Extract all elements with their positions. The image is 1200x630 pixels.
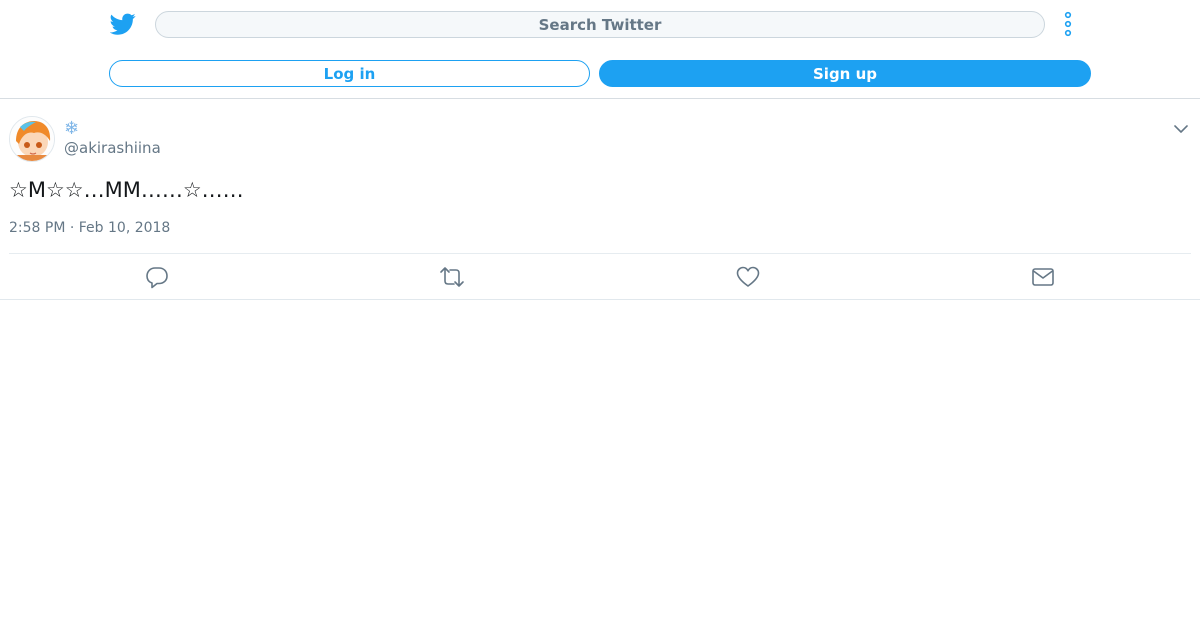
signup-button[interactable]: Sign up bbox=[599, 60, 1091, 87]
chevron-down-icon[interactable] bbox=[1172, 120, 1190, 138]
twitter-bird-icon[interactable] bbox=[109, 11, 136, 37]
tweet-timestamp[interactable]: 2:58 PM · Feb 10, 2018 bbox=[9, 220, 170, 236]
search-placeholder: Search Twitter bbox=[538, 15, 662, 34]
tweet-text: ☆M☆☆…MM……☆…… bbox=[9, 178, 244, 202]
retweet-icon[interactable] bbox=[439, 264, 465, 290]
avatar[interactable] bbox=[9, 116, 55, 162]
search-input[interactable]: Search Twitter bbox=[155, 11, 1045, 38]
author-handle[interactable]: @akirashiina bbox=[64, 139, 161, 157]
vertical-dots-icon[interactable] bbox=[1058, 11, 1078, 37]
top-bar: Search Twitter Log in Sign up bbox=[0, 0, 1200, 99]
author-display-name[interactable]: ❄ bbox=[64, 118, 79, 139]
reply-icon[interactable] bbox=[144, 264, 170, 290]
mail-icon[interactable] bbox=[1030, 264, 1056, 290]
tweet-actions bbox=[0, 254, 1200, 300]
heart-icon[interactable] bbox=[735, 264, 761, 290]
login-button[interactable]: Log in bbox=[109, 60, 590, 87]
